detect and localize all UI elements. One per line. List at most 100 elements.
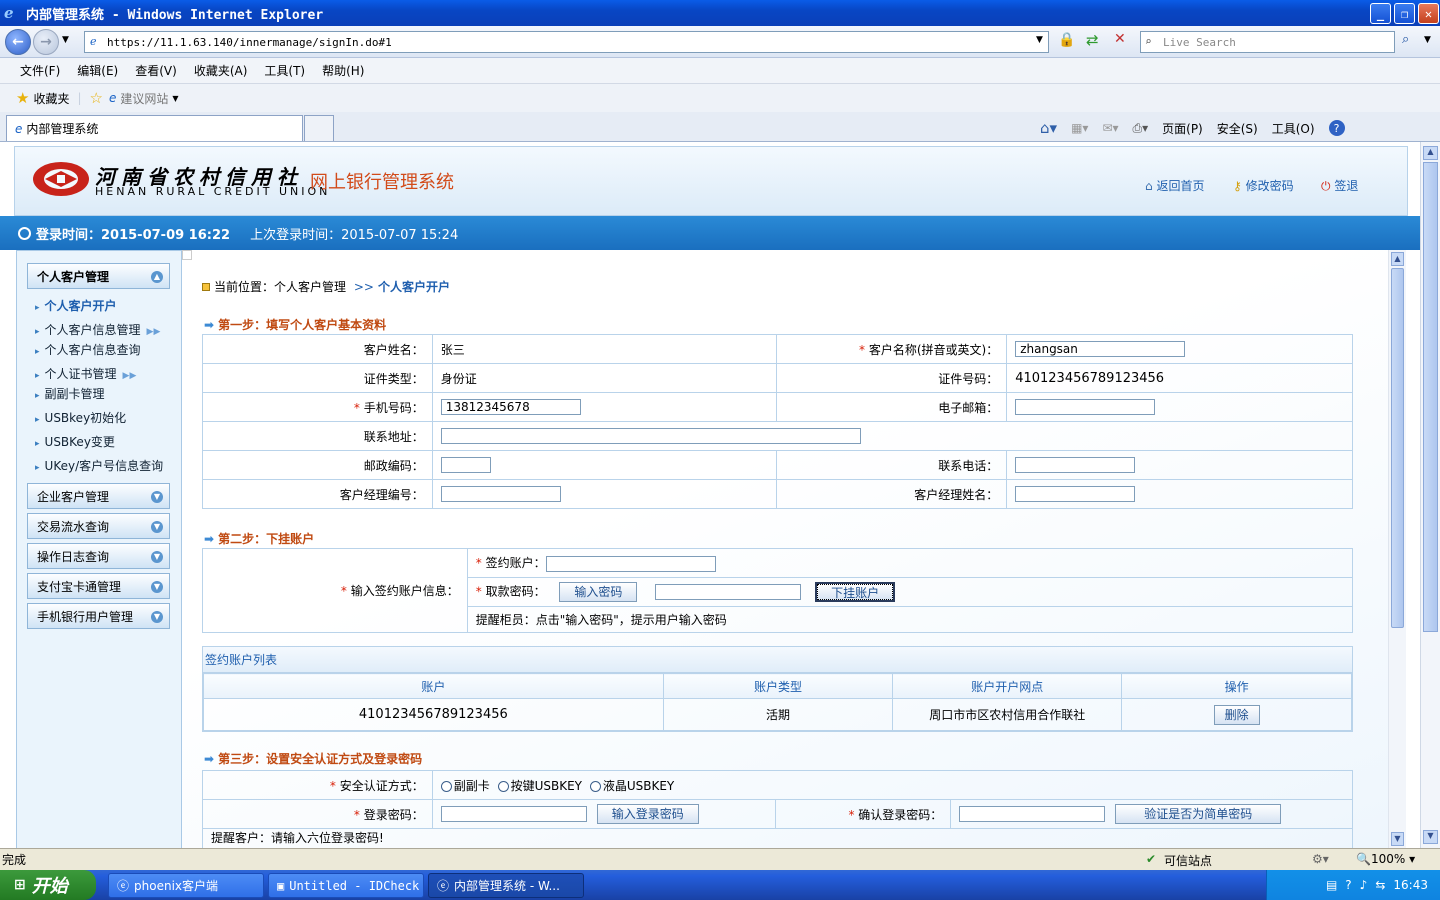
expand-icon[interactable]: ▼ — [151, 551, 163, 563]
favorites-star-icon[interactable]: ★ — [16, 89, 29, 107]
login-pwd-input[interactable] — [440, 806, 587, 822]
manager-no-input[interactable] — [440, 486, 561, 502]
restore-button[interactable]: ❐ — [1394, 3, 1415, 24]
radio-lcd-usbkey[interactable] — [589, 780, 601, 792]
collapse-icon[interactable]: ▲ — [151, 271, 163, 283]
stop-icon[interactable]: ✕ — [1114, 31, 1126, 47]
sidebar-section-transactions[interactable]: 交易流水查询 ▼ — [27, 513, 170, 539]
expand-icon[interactable]: ▼ — [151, 491, 163, 503]
radio-key-usbkey[interactable] — [497, 780, 509, 792]
chevron-down-icon[interactable]: ▼ — [172, 94, 178, 103]
delete-button[interactable]: 删除 — [1213, 704, 1260, 725]
window-scroll-down-icon[interactable]: ▼ — [1423, 830, 1438, 844]
start-button[interactable]: ⊞ 开始 — [0, 870, 96, 900]
refresh-icon[interactable]: ⇄ — [1086, 31, 1099, 49]
expand-icon[interactable]: ▼ — [151, 611, 163, 623]
menu-edit[interactable]: 编辑(E) — [77, 62, 118, 79]
sidebar-section-personal[interactable]: 个人客户管理 ▲ — [27, 263, 170, 289]
search-options-icon[interactable]: ▼ — [1424, 35, 1431, 45]
task-idcheck[interactable]: ▣ Untitled - IDCheck — [268, 873, 424, 898]
home-link-label: 返回首页 — [1156, 179, 1205, 193]
task-phoenix[interactable]: ⓔ phoenix客户端 — [108, 873, 264, 898]
confirm-pwd-input[interactable] — [959, 806, 1106, 822]
scroll-down-icon[interactable]: ▼ — [1391, 832, 1404, 846]
email-input[interactable] — [1015, 399, 1156, 415]
address-input[interactable] — [440, 428, 861, 444]
expand-icon[interactable]: ▼ — [151, 581, 163, 593]
expand-icon[interactable]: ▼ — [151, 521, 163, 533]
safety-menu[interactable]: 安全(S) — [1217, 120, 1258, 137]
sidebar-section-alipay[interactable]: 支付宝卡通管理 ▼ — [27, 573, 170, 599]
zoom-control[interactable]: 🔍100% ▾ — [1356, 852, 1415, 866]
tab-active[interactable]: e 内部管理系统 — [6, 115, 303, 141]
manager-name-input[interactable] — [1015, 486, 1136, 502]
radio-card[interactable] — [440, 780, 452, 792]
expand-arrow-icon[interactable]: ▶▶ — [123, 371, 137, 381]
minimize-button[interactable]: _ — [1370, 3, 1391, 24]
sign-account-input[interactable] — [545, 555, 716, 572]
suggested-sites-link[interactable]: 建议网站 — [120, 90, 168, 107]
phone-input[interactable] — [1015, 457, 1136, 473]
sidebar-item-info-query[interactable]: ▸ 个人客户信息查询 — [35, 341, 141, 358]
verify-simple-password-button[interactable]: 验证是否为简单密码 — [1115, 804, 1282, 824]
search-go-icon[interactable]: ⌕ — [1402, 32, 1409, 47]
new-tab-button[interactable] — [304, 115, 334, 141]
enter-login-password-button[interactable]: 输入登录密码 — [596, 804, 699, 824]
network-icon[interactable]: ⇆ — [1375, 878, 1385, 892]
menu-favorites[interactable]: 收藏夹(A) — [194, 62, 248, 79]
expand-arrow-icon[interactable]: ▶▶ — [147, 327, 161, 337]
sidebar-item-info-manage[interactable]: ▸ 个人客户信息管理 ▶▶ — [35, 321, 160, 338]
back-button[interactable]: ← — [5, 29, 31, 55]
help-tray-icon[interactable]: ? — [1345, 878, 1351, 892]
print-icon[interactable]: ⎙▾ — [1133, 121, 1149, 136]
pinyin-input[interactable]: zhangsan — [1015, 341, 1186, 357]
sidebar-item-cert-manage[interactable]: ▸ 个人证书管理 ▶▶ — [35, 365, 136, 382]
change-password-link[interactable]: ⚷ 修改密码 — [1233, 177, 1294, 194]
address-dropdown-icon[interactable]: ▼ — [1036, 35, 1043, 45]
scroll-thumb[interactable] — [1391, 268, 1404, 628]
mail-icon[interactable]: ✉▾ — [1102, 121, 1118, 135]
forward-button[interactable]: → — [33, 29, 59, 55]
menu-view[interactable]: 查看(V) — [135, 62, 177, 79]
search-input[interactable]: ⌕ Live Search — [1140, 31, 1395, 53]
sidebar-item-card-manage[interactable]: ▸ 副副卡管理 — [35, 385, 105, 402]
home-link[interactable]: ⌂ 返回首页 — [1145, 177, 1204, 194]
sidebar-item-open-account[interactable]: ▸ 个人客户开户 — [35, 297, 117, 314]
sidebar-section-mobile[interactable]: 手机银行用户管理 ▼ — [27, 603, 170, 629]
sidebar-item-usbkey-init[interactable]: ▸ USBkey初始化 — [35, 409, 126, 426]
keyboard-icon[interactable]: ▤ — [1326, 878, 1337, 892]
login-pwd-cell: 输入登录密码 — [431, 799, 777, 829]
sidebar-section-enterprise[interactable]: 企业客户管理 ▼ — [27, 483, 170, 509]
window-scrollbar[interactable]: ▲ ▼ — [1420, 142, 1440, 848]
vertical-scrollbar[interactable]: ▲ ▼ — [1388, 250, 1406, 848]
mobile-input[interactable]: 13812345678 — [440, 399, 581, 415]
enter-password-button[interactable]: 输入密码 — [559, 582, 638, 602]
favorites-button[interactable]: 收藏夹 — [33, 90, 69, 107]
add-favorite-icon[interactable]: ☆ — [90, 89, 103, 107]
window-scroll-thumb[interactable] — [1423, 162, 1438, 632]
history-dropdown-icon[interactable]: ▼ — [62, 35, 69, 45]
tools-menu[interactable]: 工具(O) — [1272, 120, 1315, 137]
lock-icon[interactable]: 🔒 — [1058, 32, 1075, 48]
sidebar-item-usbkey-change[interactable]: ▸ USBKey变更 — [35, 433, 115, 450]
sidebar-section-oplog[interactable]: 操作日志查询 ▼ — [27, 543, 170, 569]
task-internal-system[interactable]: ⓔ 内部管理系统 - W... — [428, 873, 584, 898]
menu-file[interactable]: 文件(F) — [20, 62, 60, 79]
volume-icon[interactable]: ♪ — [1360, 878, 1368, 892]
address-field[interactable]: e https://11.1.63.140/innermanage/signIn… — [84, 31, 1049, 53]
window-scroll-up-icon[interactable]: ▲ — [1423, 146, 1438, 160]
logout-link[interactable]: ⏻ 签退 — [1321, 177, 1358, 194]
protected-mode-icon[interactable]: ⚙▾ — [1312, 852, 1329, 866]
sidebar-item-ukey-query[interactable]: ▸ UKey/客户号信息查询 — [35, 457, 163, 474]
help-icon[interactable]: ? — [1328, 120, 1345, 136]
menu-help[interactable]: 帮助(H) — [322, 62, 364, 79]
close-button[interactable]: ✕ — [1418, 3, 1439, 24]
scroll-up-icon[interactable]: ▲ — [1391, 252, 1404, 266]
home-icon[interactable]: ⌂▾ — [1040, 119, 1057, 137]
feeds-icon[interactable]: ▦▾ — [1071, 121, 1088, 135]
menu-tools[interactable]: 工具(T) — [264, 62, 305, 79]
zip-input[interactable] — [440, 457, 491, 473]
page-menu[interactable]: 页面(P) — [1162, 120, 1203, 137]
attach-account-button[interactable]: 下挂账户 — [815, 582, 896, 602]
withdraw-pwd-input[interactable] — [655, 584, 802, 600]
